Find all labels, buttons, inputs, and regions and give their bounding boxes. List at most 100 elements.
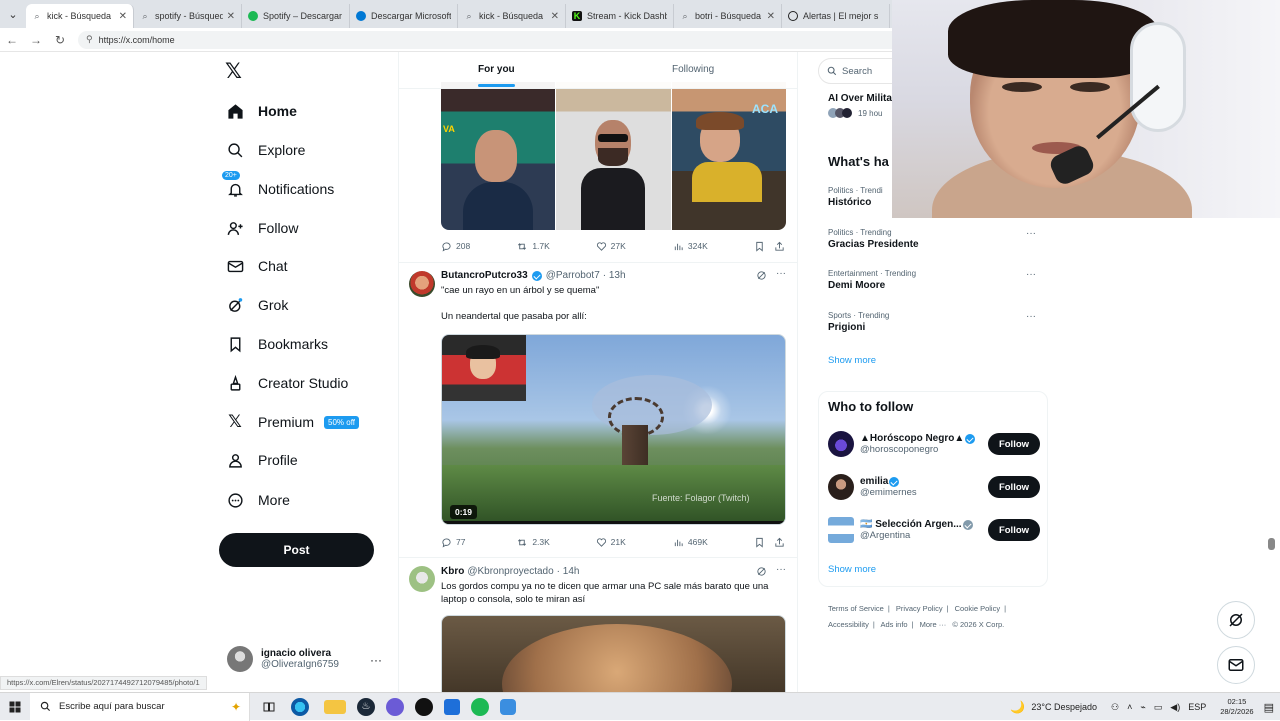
file-explorer-icon[interactable] <box>324 699 346 714</box>
like-button[interactable]: 21K <box>596 537 673 548</box>
repost-button[interactable]: 1.7K <box>516 241 595 252</box>
author-name[interactable]: Kbro <box>441 566 464 577</box>
clock[interactable]: 02:15 28/2/2026 <box>1220 697 1253 717</box>
show-more-trends-link[interactable]: Show more <box>828 355 876 366</box>
follow-button[interactable]: Follow <box>988 519 1040 541</box>
footer-link[interactable]: Privacy Policy <box>896 604 943 613</box>
nav-notifications[interactable]: 20+ Notifications <box>222 171 334 204</box>
browser-tab[interactable]: ⌕ kick - Búsqueda ✕ <box>458 4 566 28</box>
x-logo-icon[interactable]: 𝕏 <box>225 61 247 82</box>
trend-item[interactable]: Politics · Trendi Histórico <box>828 186 883 208</box>
reply-button[interactable]: 208 <box>441 241 516 252</box>
footer-link[interactable]: Ads info <box>880 620 907 629</box>
reply-button[interactable]: 77 <box>441 537 516 548</box>
tweet-time[interactable]: · 14h <box>557 566 580 577</box>
author-name[interactable]: ButancroPutcro33 <box>441 270 528 281</box>
task-view-icon[interactable] <box>258 698 280 716</box>
bookmark-button[interactable] <box>754 241 774 252</box>
taskbar-search[interactable]: Escribe aquí para buscar ✦ <box>30 692 250 721</box>
trend-more-icon[interactable]: ··· <box>1026 269 1036 280</box>
bookmark-button[interactable] <box>754 537 774 548</box>
browser-tab[interactable]: K Stream - Kick Dashb <box>566 4 674 28</box>
follow-suggestion[interactable]: emilia @emimernes Follow <box>828 472 1040 502</box>
nav-premium[interactable]: 𝕏 Premium 50% off <box>226 407 359 437</box>
close-icon[interactable]: ✕ <box>227 11 235 22</box>
chevron-up-icon[interactable]: ˄ <box>1127 702 1132 712</box>
account-switcher[interactable]: ignacio olivera @OliveraIgn6759 <box>227 646 339 672</box>
people-icon[interactable]: ⚇ <box>1111 702 1119 713</box>
url-field[interactable]: ⚲ https://x.com/home <box>78 30 958 49</box>
avatar[interactable] <box>409 566 435 592</box>
trend-more-icon[interactable]: ··· <box>1026 311 1036 322</box>
close-icon[interactable]: ✕ <box>551 11 559 22</box>
edge-icon[interactable] <box>291 697 309 716</box>
author-handle[interactable]: @Parrobot7 <box>546 270 600 281</box>
obs-icon[interactable] <box>415 697 433 716</box>
nav-home[interactable]: Home <box>226 96 297 126</box>
close-icon[interactable]: ✕ <box>119 11 127 22</box>
browser-tab[interactable]: Spotify – Descargar <box>242 4 350 28</box>
media-image[interactable]: ACA <box>672 82 786 230</box>
tab-for-you[interactable]: For you <box>478 64 515 87</box>
tweet-time[interactable]: · 13h <box>603 270 626 281</box>
notifications-icon[interactable]: ▤ <box>1264 701 1274 714</box>
tab-list-button[interactable]: ⌄ <box>0 0 26 28</box>
share-button[interactable] <box>774 537 789 548</box>
scrollbar-thumb[interactable] <box>1268 538 1275 550</box>
nav-explore[interactable]: Explore <box>226 135 305 165</box>
share-button[interactable] <box>774 241 789 252</box>
trend-item[interactable]: Sports · Trending Prigioni <box>828 311 889 333</box>
nav-follow[interactable]: Follow <box>226 213 298 243</box>
account-more-icon[interactable]: ··· <box>370 653 382 667</box>
footer-link[interactable]: Terms of Service <box>828 604 884 613</box>
tweet-video[interactable]: Fuente: Folagor (Twitch) 0:19 <box>441 334 786 525</box>
browser-tab[interactable]: ⌕ kick - Búsqueda ✕ <box>26 4 134 28</box>
grok-icon[interactable] <box>756 566 767 580</box>
browser-tab[interactable]: ⌕ spotify - Búsqueda ✕ <box>134 4 242 28</box>
nav-profile[interactable]: Profile <box>226 445 298 475</box>
follow-button[interactable]: Follow <box>988 433 1040 455</box>
site-info-icon[interactable]: ⚲ <box>86 34 93 45</box>
nav-bookmarks[interactable]: Bookmarks <box>226 329 328 359</box>
nav-grok[interactable]: Grok <box>226 290 288 320</box>
trend-item[interactable]: Entertainment · Trending Demi Moore <box>828 269 916 291</box>
grok-floating-button[interactable] <box>1217 601 1255 639</box>
repost-button[interactable]: 2.3K <box>516 537 595 548</box>
start-button[interactable] <box>0 701 30 713</box>
nav-chat[interactable]: Chat <box>226 251 288 281</box>
browser-tab[interactable]: ⌕ botri - Búsqueda ✕ <box>674 4 782 28</box>
avatar[interactable] <box>409 271 435 297</box>
views-button[interactable]: 469K <box>673 537 754 548</box>
media-image[interactable]: VA <box>441 82 555 230</box>
app-icon[interactable] <box>444 698 460 715</box>
usb-icon[interactable]: ⌁ <box>1140 702 1145 713</box>
tweet-more-icon[interactable]: ··· <box>776 564 786 575</box>
post-button[interactable]: Post <box>219 533 374 567</box>
show-more-follow-link[interactable]: Show more <box>828 564 876 575</box>
tweet-media-grid[interactable]: VA ACA <box>441 82 786 230</box>
back-arrow-icon[interactable]: ← <box>0 33 24 47</box>
spotify-icon[interactable] <box>471 697 489 716</box>
messages-floating-button[interactable] <box>1217 646 1255 684</box>
follow-suggestion[interactable]: 🇦🇷 Selección Argen... @Argentina Follow <box>828 515 1040 545</box>
tweet-media[interactable] <box>441 615 786 692</box>
footer-link[interactable]: Accessibility <box>828 620 869 629</box>
follow-button[interactable]: Follow <box>988 476 1040 498</box>
footer-link[interactable]: Cookie Policy <box>955 604 1000 613</box>
news-item[interactable]: AI Over Milita 19 hou <box>828 91 892 118</box>
nav-creator-studio[interactable]: Creator Studio <box>226 368 348 398</box>
app-icon[interactable] <box>500 698 516 715</box>
author-handle[interactable]: @Kbronproyectado <box>467 566 553 577</box>
steam-icon[interactable]: ♨ <box>357 697 375 716</box>
tweet-more-icon[interactable]: ··· <box>776 268 786 279</box>
tab-following[interactable]: Following <box>672 64 714 75</box>
app-icon[interactable] <box>386 697 404 716</box>
grok-icon[interactable] <box>756 270 767 284</box>
close-icon[interactable]: ✕ <box>767 11 775 22</box>
weather-text[interactable]: 23°C Despejado <box>1031 702 1097 712</box>
network-icon[interactable]: ▭ <box>1154 702 1163 713</box>
volume-icon[interactable]: ◀) <box>1170 702 1180 713</box>
nav-more[interactable]: More <box>226 485 290 515</box>
trend-item[interactable]: Politics · Trending Gracias Presidente <box>828 228 919 250</box>
footer-link[interactable]: More ··· <box>920 620 947 629</box>
